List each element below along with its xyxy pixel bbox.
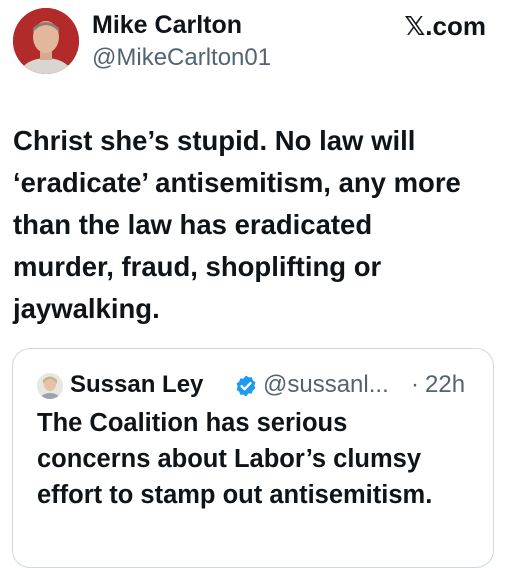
quoted-author-avatar-image <box>37 373 63 399</box>
quoted-timestamp[interactable]: 22h <box>425 371 465 399</box>
author-handle[interactable]: @MikeCarlton01 <box>92 44 271 72</box>
quoted-text-line: effort to stamp out antisemitism. <box>37 481 433 509</box>
author-name[interactable]: Mike Carlton <box>92 11 242 40</box>
tweet-text-line: ‘eradicate’ antisemitism, any more <box>13 167 461 198</box>
tweet-text-line: murder, fraud, shoplifting or <box>13 251 382 282</box>
author-avatar-image <box>13 8 79 74</box>
verified-badge-icon <box>236 375 256 397</box>
quoted-author-name[interactable]: Sussan Ley <box>70 371 203 399</box>
author-avatar[interactable] <box>13 8 79 74</box>
quoted-text-line: The Coalition has serious <box>37 409 348 437</box>
tweet-text-line: than the law has eradicated <box>13 209 373 240</box>
meta-separator: · <box>411 371 419 398</box>
quoted-tweet-card[interactable]: Sussan Ley @sussanl... · 22h The Coaliti… <box>12 348 494 568</box>
tweet-text-line: jaywalking. <box>13 293 160 324</box>
source-label: 𝕏.com <box>404 11 486 41</box>
quoted-text-line: concerns about Labor’s clumsy <box>37 445 422 473</box>
quoted-author-handle[interactable]: @sussanl... <box>263 371 389 399</box>
tweet-text: Christ she’s stupid. No law will ‘eradic… <box>13 120 501 330</box>
tweet-text-line: Christ she’s stupid. No law will <box>13 125 416 156</box>
quoted-tweet-text: The Coalition has serious concerns about… <box>37 405 487 513</box>
quoted-author-avatar[interactable] <box>37 373 63 399</box>
